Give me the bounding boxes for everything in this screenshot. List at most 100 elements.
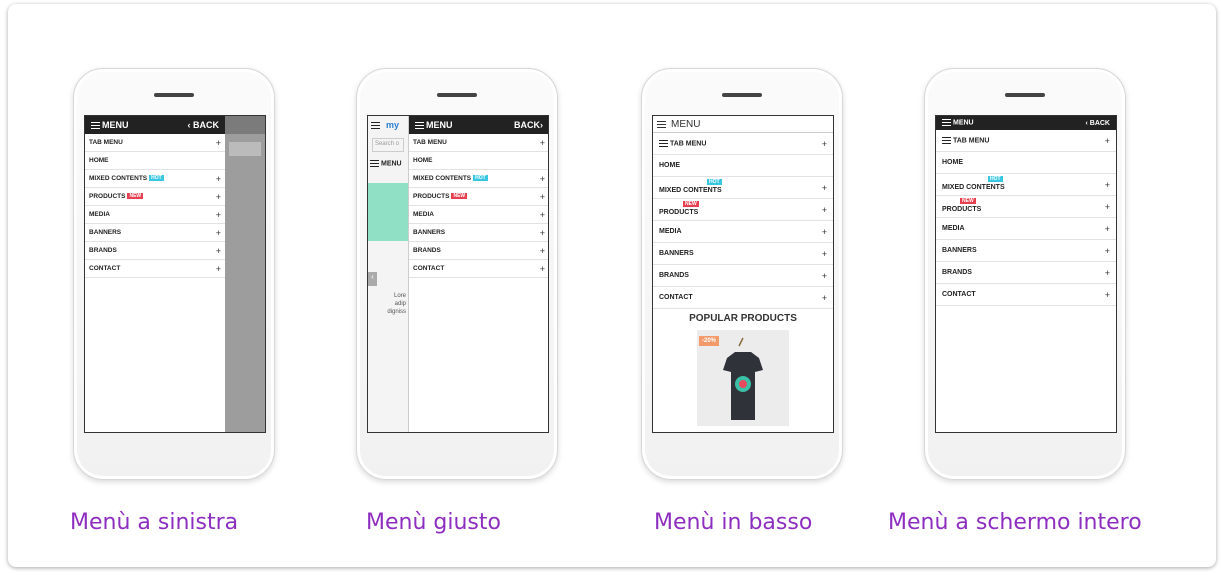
popular-products-title: POPULAR PRODUCTS <box>689 313 797 324</box>
expand-icon[interactable]: + <box>1105 180 1110 190</box>
menu-title: MENU <box>102 120 129 130</box>
right-menu-panel: MENU BACK› TAB MENU + HOME MIXED CONTENTS… <box>408 116 548 432</box>
menu-item-mixed-contents[interactable]: MIXED CONTENTS HOT + <box>85 170 225 188</box>
menu-item-brands[interactable]: BRANDS + <box>653 265 833 287</box>
menu-item-contact[interactable]: CONTACT + <box>936 284 1116 306</box>
menu-bar: MENU ‹ BACK <box>85 116 225 134</box>
menu-item-home[interactable]: HOME <box>936 152 1116 174</box>
expand-icon[interactable]: + <box>540 246 545 256</box>
menu-title: MENU <box>953 119 974 127</box>
phone-speaker <box>722 93 762 97</box>
phone-speaker <box>437 93 477 97</box>
slider-image <box>368 183 408 242</box>
expand-icon[interactable]: + <box>540 174 545 184</box>
menu-item-products[interactable]: PRODUCTS NEW + <box>409 188 548 206</box>
menu-item-home[interactable]: HOME <box>653 155 833 177</box>
expand-icon[interactable]: + <box>216 210 221 220</box>
expand-icon[interactable]: + <box>1105 224 1110 234</box>
menu-bar: MENU ‹ BACK <box>936 116 1116 130</box>
menu-item-mixed-contents[interactable]: MIXED CONTENTS HOT + <box>409 170 548 188</box>
side-menu-toggle[interactable]: MENU <box>368 156 408 171</box>
expand-icon[interactable]: + <box>540 210 545 220</box>
phone-right-menu: my Search o MENU ‹ Lore adip digniss MEN… <box>356 68 558 480</box>
expand-icon[interactable]: + <box>822 249 827 259</box>
expand-icon[interactable]: + <box>822 139 827 149</box>
page-overlay <box>225 116 265 432</box>
phone-speaker <box>1005 93 1045 97</box>
hamburger-icon <box>942 136 951 144</box>
expand-icon[interactable]: + <box>1105 268 1110 278</box>
expand-icon[interactable]: + <box>540 192 545 202</box>
caption-bottom-menu: Menù in basso <box>654 510 813 535</box>
site-logo: my <box>386 120 400 130</box>
slider-prev-icon[interactable]: ‹ <box>368 272 377 286</box>
phone-speaker <box>154 93 194 97</box>
expand-icon[interactable]: + <box>216 228 221 238</box>
menu-bar[interactable]: MENU <box>653 116 833 133</box>
back-button[interactable]: ‹ BACK <box>187 120 219 130</box>
menu-item-contact[interactable]: CONTACT + <box>653 287 833 309</box>
hot-badge: HOT <box>149 175 164 181</box>
expand-icon[interactable]: + <box>822 227 827 237</box>
menu-item-tab-menu[interactable]: TAB MENU + <box>653 133 833 155</box>
menu-bar: MENU BACK› <box>409 116 548 134</box>
menu-item-mixed-contents[interactable]: HOT MIXED CONTENTS + <box>653 177 833 199</box>
hamburger-icon <box>370 160 379 167</box>
expand-icon[interactable]: + <box>822 205 827 215</box>
menu-item-banners[interactable]: BANNERS + <box>85 224 225 242</box>
phone-screen: MENU TAB MENU + HOME HOT MIXED CONTENTS + N… <box>652 115 834 433</box>
new-badge: NEW <box>451 193 468 199</box>
phone-screen: MENU ‹ BACK TAB MENU + HOME HOT MIXED CONT… <box>935 115 1117 433</box>
menu-item-tab-menu[interactable]: TAB MENU + <box>936 130 1116 152</box>
menu-item-tab-menu[interactable]: TAB MENU + <box>409 134 548 152</box>
expand-icon[interactable]: + <box>1105 290 1110 300</box>
menu-item-media[interactable]: MEDIA + <box>936 218 1116 240</box>
menu-item-banners[interactable]: BANNERS + <box>409 224 548 242</box>
menu-item-media[interactable]: MEDIA + <box>653 221 833 243</box>
menu-item-tab-menu[interactable]: TAB MENU + <box>85 134 225 152</box>
expand-icon[interactable]: + <box>1105 136 1110 146</box>
expand-icon[interactable]: + <box>216 246 221 256</box>
menu-item-contact[interactable]: CONTACT + <box>409 260 548 278</box>
expand-icon[interactable]: + <box>216 264 221 274</box>
menu-item-products[interactable]: NEW PRODUCTS + <box>653 199 833 221</box>
expand-icon[interactable]: + <box>216 138 221 148</box>
back-button[interactable]: ‹ BACK <box>1085 120 1110 127</box>
phone-screen: MENU ‹ BACK TAB MENU + HOME MIXED CONTENT… <box>84 115 266 433</box>
hamburger-icon <box>942 119 951 127</box>
expand-icon[interactable]: + <box>822 271 827 281</box>
menu-item-media[interactable]: MEDIA + <box>85 206 225 224</box>
expand-icon[interactable]: + <box>540 138 545 148</box>
expand-icon[interactable]: + <box>540 228 545 238</box>
menu-item-home[interactable]: HOME <box>409 152 548 170</box>
hamburger-icon[interactable] <box>371 121 380 129</box>
expand-icon[interactable]: + <box>540 264 545 274</box>
expand-icon[interactable]: + <box>216 174 221 184</box>
menu-item-products[interactable]: NEW PRODUCTS + <box>936 196 1116 218</box>
menu-item-banners[interactable]: BANNERS + <box>653 243 833 265</box>
menu-item-media[interactable]: MEDIA + <box>409 206 548 224</box>
search-input[interactable]: Search o <box>372 138 404 152</box>
expand-icon[interactable]: + <box>1105 246 1110 256</box>
expand-icon[interactable]: + <box>822 293 827 303</box>
expand-icon[interactable]: + <box>216 192 221 202</box>
menu-item-brands[interactable]: BRANDS + <box>936 262 1116 284</box>
caption-fullscreen-menu: Menù a schermo intero <box>888 510 1142 535</box>
discount-badge: -20% <box>699 336 720 346</box>
left-menu-panel: MENU ‹ BACK TAB MENU + HOME MIXED CONTENT… <box>85 116 225 432</box>
menu-item-products[interactable]: PRODUCTS NEW + <box>85 188 225 206</box>
menu-item-mixed-contents[interactable]: HOT MIXED CONTENTS + <box>936 174 1116 196</box>
phone-left-menu: MENU ‹ BACK TAB MENU + HOME MIXED CONTENT… <box>73 68 275 480</box>
menu-item-home[interactable]: HOME <box>85 152 225 170</box>
menu-item-brands[interactable]: BRANDS + <box>409 242 548 260</box>
expand-icon[interactable]: + <box>822 183 827 193</box>
back-button[interactable]: BACK› <box>514 120 543 130</box>
page-behind: my Search o MENU ‹ Lore adip digniss <box>368 116 408 432</box>
caption-left-menu: Menù a sinistra <box>70 510 239 535</box>
menu-item-banners[interactable]: BANNERS + <box>936 240 1116 262</box>
menu-item-contact[interactable]: CONTACT + <box>85 260 225 278</box>
menu-item-brands[interactable]: BRANDS + <box>85 242 225 260</box>
hamburger-icon <box>415 122 424 130</box>
expand-icon[interactable]: + <box>1105 202 1110 212</box>
product-card[interactable]: -20% <box>697 330 789 426</box>
